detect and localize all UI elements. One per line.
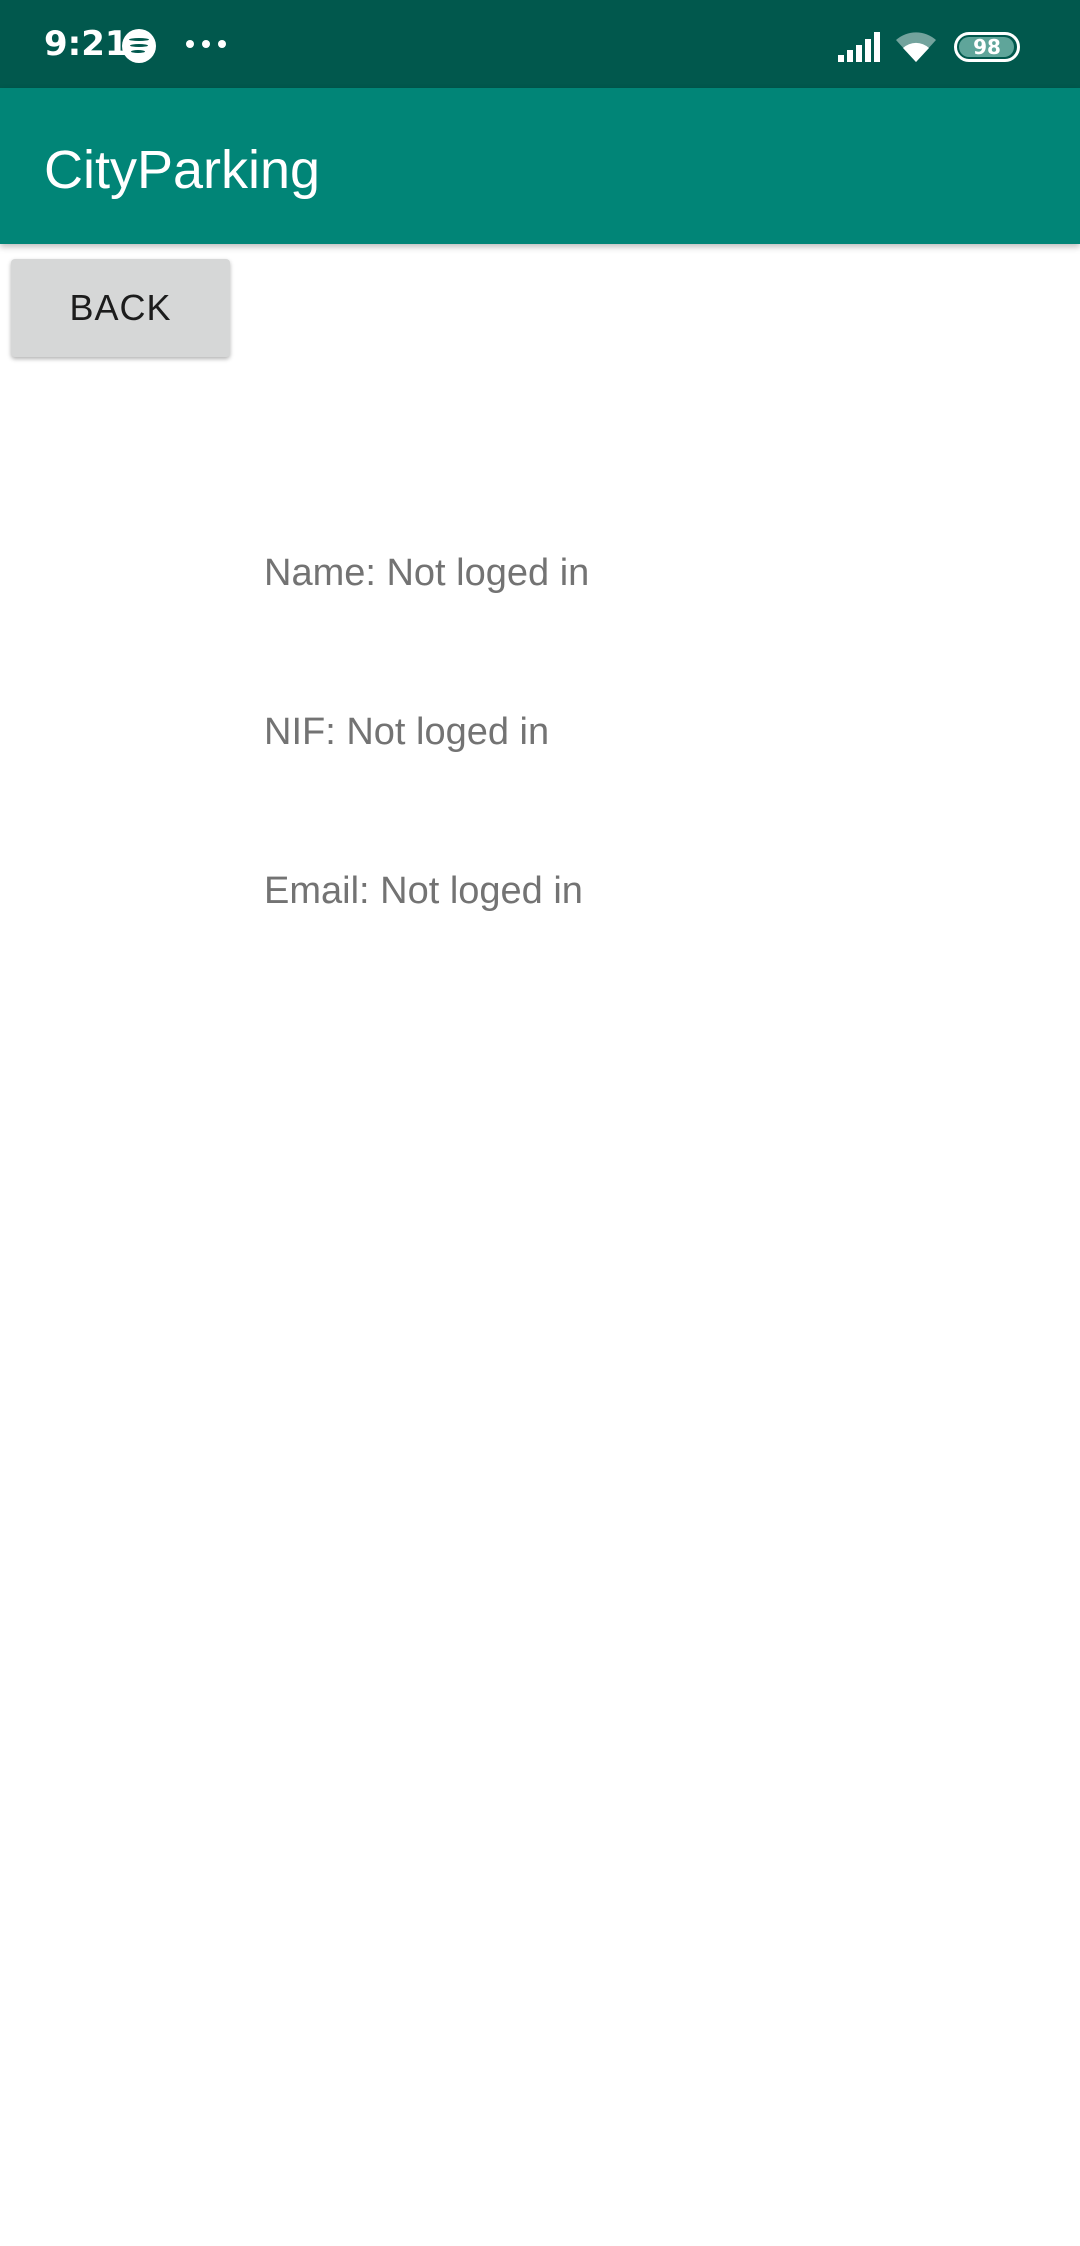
app-title: CityParking xyxy=(44,140,321,200)
more-dots-icon xyxy=(186,40,226,50)
profile-name: Name: Not loged in xyxy=(264,552,590,594)
profile-email: Email: Not loged in xyxy=(264,870,583,912)
status-bar: 9:21 98 xyxy=(0,0,1080,88)
battery-level: 98 xyxy=(973,35,1001,59)
status-time: 9:21 xyxy=(44,24,129,64)
battery-icon: 98 xyxy=(954,32,1020,62)
spotify-icon xyxy=(122,29,156,63)
app-bar: CityParking xyxy=(0,88,1080,244)
wifi-icon xyxy=(896,32,936,62)
back-button[interactable]: BACK xyxy=(11,259,230,357)
signal-icon xyxy=(838,32,880,62)
profile-nif: NIF: Not loged in xyxy=(264,711,550,753)
